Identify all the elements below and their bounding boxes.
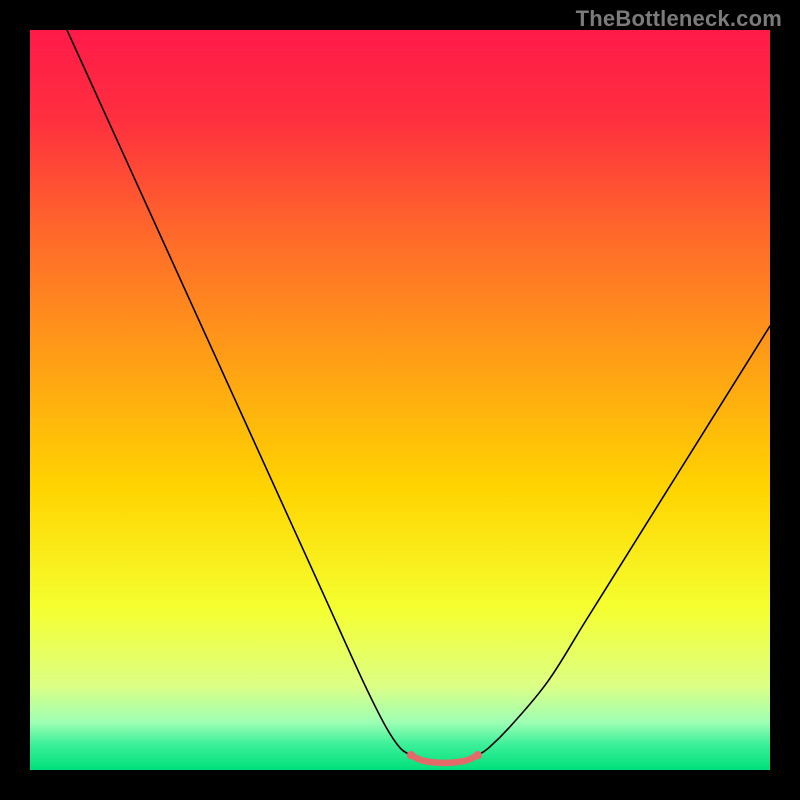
curve-layer: [30, 30, 770, 770]
plot-area: [30, 30, 770, 770]
chart-frame: TheBottleneck.com: [0, 0, 800, 800]
sweet-spot-band: [411, 755, 478, 763]
sweet-spot-marker: [474, 751, 482, 759]
bottleneck-curve-left: [67, 30, 411, 755]
bottleneck-curve-right: [478, 326, 770, 755]
watermark-text: TheBottleneck.com: [576, 6, 782, 32]
sweet-spot-marker: [407, 751, 415, 759]
